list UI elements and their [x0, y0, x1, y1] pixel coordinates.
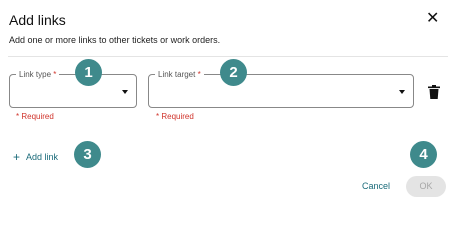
- callout-badge-2: 2: [220, 59, 247, 86]
- add-links-dialog: Add links ✕ Add one or more links to oth…: [0, 0, 456, 209]
- caret-down-icon: [399, 90, 405, 94]
- ok-button[interactable]: OK: [406, 176, 446, 197]
- link-type-label: Link type *: [16, 69, 60, 80]
- close-icon[interactable]: ✕: [426, 11, 439, 27]
- link-target-select[interactable]: Link target *: [148, 69, 414, 108]
- link-target-label: Link target *: [155, 69, 204, 80]
- callout-badge-3: 3: [74, 141, 101, 168]
- dialog-title: Add links: [9, 12, 66, 28]
- plus-icon: +: [13, 150, 21, 164]
- callout-badge-1: 1: [75, 59, 102, 86]
- add-link-label: Add link: [26, 152, 59, 162]
- divider: [8, 56, 448, 57]
- link-target-error: * Required: [156, 112, 194, 121]
- dialog-subtitle: Add one or more links to other tickets o…: [9, 35, 221, 45]
- cancel-button[interactable]: Cancel: [362, 181, 390, 191]
- callout-badge-4: 4: [410, 141, 437, 168]
- caret-down-icon: [122, 90, 128, 94]
- link-type-select[interactable]: Link type *: [9, 69, 137, 108]
- add-link-button[interactable]: + Add link: [13, 149, 59, 164]
- trash-icon[interactable]: [428, 85, 440, 99]
- link-type-error: * Required: [16, 112, 54, 121]
